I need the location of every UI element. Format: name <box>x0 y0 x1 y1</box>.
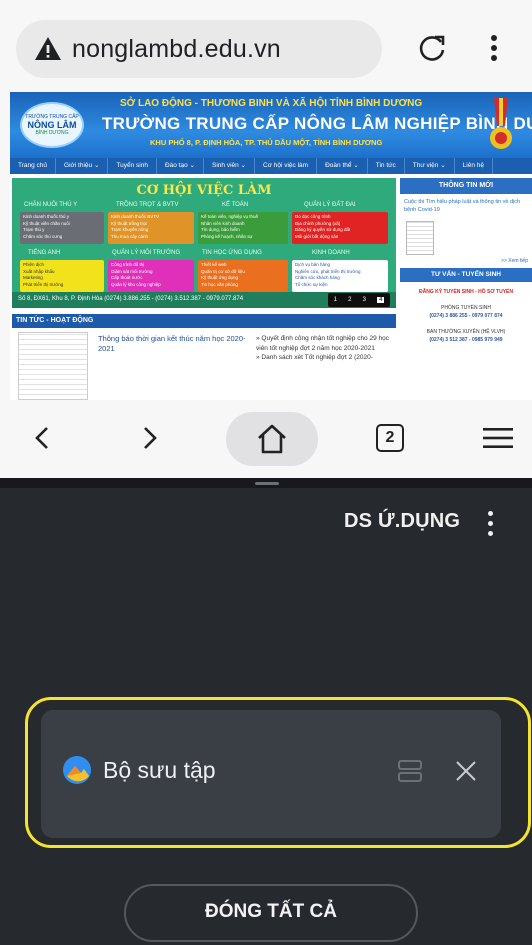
list-item[interactable]: » Danh sách xét Tốt nghiệp đợt 2 (2020- <box>256 353 394 363</box>
news-thumbnail[interactable] <box>18 332 88 400</box>
slide-number[interactable]: 3 <box>363 297 366 303</box>
phone-screen: nonglambd.edu.vn TRƯỜNG TRUNG CẤP NÔNG L… <box>0 0 532 945</box>
drag-handle[interactable] <box>255 482 279 485</box>
slide-number[interactable]: 1 <box>334 297 337 303</box>
sidebar-news-link[interactable]: Cuộc thi Tìm hiểu pháp luật và thông tin… <box>400 194 532 218</box>
close-all-button[interactable]: ĐÓNG TẤT CẢ <box>124 884 418 942</box>
category-heading: TIN HỌC ỨNG DỤNG <box>202 250 262 256</box>
nav-item[interactable]: Liên hệ <box>455 158 493 174</box>
close-icon[interactable] <box>451 756 481 786</box>
home-icon <box>258 424 286 454</box>
reload-icon[interactable] <box>412 28 452 68</box>
news-heading: TIN TỨC - HOẠT ĐỘNG <box>12 314 396 328</box>
category-heading: KẾ TOÁN <box>222 202 249 208</box>
tab-count-badge: 2 <box>376 424 404 452</box>
nav-item[interactable]: Thư viện ⌄ <box>405 158 455 174</box>
slide-number[interactable]: 2 <box>348 297 351 303</box>
nav-item[interactable]: Giới thiệu ⌄ <box>56 158 109 174</box>
category-heading: KINH DOANH <box>312 250 350 256</box>
news-list: » Quyết định công nhận tốt nghiệp cho 29… <box>256 334 394 363</box>
address-bar[interactable]: nonglambd.edu.vn <box>16 20 382 78</box>
category-box: Đo đạc công trình Địa chính phường (xã) Đă… <box>292 212 388 244</box>
medal-icon <box>490 98 512 149</box>
home-button[interactable] <box>226 412 318 466</box>
nav-item[interactable]: Sinh viên ⌄ <box>204 158 255 174</box>
split-screen-icon[interactable] <box>397 758 423 784</box>
site-header: TRƯỜNG TRUNG CẤP NÔNG LÂM BÌNH DƯƠNG SỞ … <box>10 92 532 158</box>
hamburger-menu-icon[interactable] <box>474 414 522 462</box>
nav-item[interactable]: Cơ hội việc làm <box>255 158 318 174</box>
category-heading: QUẢN LÝ ĐẤT ĐAI <box>304 202 356 208</box>
category-heading: TIẾNG ANH <box>28 250 61 256</box>
category-box: Dịch vụ bán hàng Nghiên cứu, phát triển t… <box>292 260 388 292</box>
category-box: Kinh doanh thuốc thú y Kỹ thuật viên chăn… <box>20 212 104 244</box>
site-nav: Trang chủ Giới thiệu ⌄ Tuyển sinh Đào tạ… <box>10 158 532 174</box>
list-item[interactable]: » Quyết định công nhận tốt nghiệp cho 29… <box>256 334 394 353</box>
nav-item[interactable]: Trang chủ <box>10 158 57 174</box>
category-box: Kinh doanh thuốc BVTV Kỹ thuật trồng trọt… <box>108 212 194 244</box>
app-list-button[interactable]: DS Ứ.DỤNG <box>344 510 460 533</box>
url-text: nonglambd.edu.vn <box>72 34 281 63</box>
back-icon[interactable] <box>18 414 66 462</box>
category-heading: CHĂN NUÔI THÚ Y <box>24 202 78 208</box>
banner-contact: Số 8, ĐX61, Khu 8, P. Định Hòa (0274) 3.… <box>18 296 244 302</box>
site-logo: TRƯỜNG TRUNG CẤP NÔNG LÂM BÌNH DƯƠNG <box>20 102 84 148</box>
register-link[interactable]: ĐĂNG KÝ TUYỂN SINH - HỒ SƠ TUYỂN <box>400 288 532 296</box>
category-box: Công trình đô thị Giám sát môi trường Cấp … <box>108 260 194 292</box>
browser-window: nonglambd.edu.vn TRƯỜNG TRUNG CẤP NÔNG L… <box>0 0 532 478</box>
browser-bottom-bar: 2 <box>0 400 532 478</box>
news-main-link[interactable]: Thông báo thời gian kết thúc năm học 202… <box>98 334 248 354</box>
warning-icon <box>35 37 61 60</box>
site-address: KHU PHỐ 8, P. ĐỊNH HÒA, TP. THỦ DẦU MỘT,… <box>150 138 383 147</box>
more-options-icon[interactable] <box>474 28 514 68</box>
site-title: TRƯỜNG TRUNG CẤP NÔNG LÂM NGHIỆP BÌNH DƯ… <box>102 114 532 133</box>
sidebar-heading: THÔNG TIN MỚI <box>400 178 532 194</box>
see-more-link[interactable]: >> Xem tiếp <box>400 258 532 264</box>
news-sidebar: THÔNG TIN MỚI Cuộc thi Tìm hiểu pháp luậ… <box>400 178 532 400</box>
category-heading: QUẢN LÝ MÔI TRƯỜNG <box>112 250 181 256</box>
forward-icon[interactable] <box>126 414 174 462</box>
slider-pagination[interactable]: 1 2 3 4 <box>328 293 390 307</box>
overflow-menu-icon[interactable] <box>478 508 502 538</box>
webpage-preview[interactable]: TRƯỜNG TRUNG CẤP NÔNG LÂM BÌNH DƯƠNG SỞ … <box>10 92 532 400</box>
slide-number-active[interactable]: 4 <box>377 297 385 303</box>
office-phone: (0274) 3 512 387 - 0985 979 949 <box>429 337 503 343</box>
consult-heading: TƯ VẤN - TUYỂN SINH <box>400 268 532 282</box>
sidebar-news-thumbnail <box>406 221 434 255</box>
nav-item[interactable]: Đoàn thể ⌄ <box>317 158 368 174</box>
recent-app-card-gallery[interactable]: Bộ sưu tập <box>41 710 501 838</box>
gallery-icon <box>63 756 91 784</box>
category-box: Kế toán viên, nghiệp vụ thuế Nhân viên ki… <box>198 212 288 244</box>
category-box: Phiên dịch Xuất nhập khẩu Marketing Phát tr… <box>20 260 104 292</box>
nav-item[interactable]: Đào tạo ⌄ <box>157 158 204 174</box>
banner-footer: Số 8, ĐX61, Khu 8, P. Định Hòa (0274) 3.… <box>12 292 396 308</box>
nav-item[interactable]: Tin tức <box>368 158 405 174</box>
banner-title: CƠ HỘI VIỆC LÀM <box>136 183 272 198</box>
office-phone: (0274) 3 886 255 - 0979 077 874 <box>429 313 503 319</box>
site-department: SỞ LAO ĐỘNG - THƯƠNG BINH VÀ XÃ HỘI TỈNH… <box>120 98 423 109</box>
tabs-button[interactable]: 2 <box>366 414 414 462</box>
category-box: Thiết kế web Quản trị cơ sở dữ liệu Kỹ thu… <box>198 260 288 292</box>
office-label: BAN THƯỜNG XUYÊN (HỆ VLVH) <box>426 329 506 335</box>
app-name: Bộ sưu tập <box>103 757 216 783</box>
category-heading: TRỒNG TRỌT & BVTV <box>116 202 179 208</box>
nav-item[interactable]: Tuyển sinh <box>108 158 157 174</box>
job-banner[interactable]: CƠ HỘI VIỆC LÀM CHĂN NUÔI THÚ Y TRỒNG TR… <box>12 178 396 308</box>
office-label: PHÒNG TUYỂN SINH <box>441 305 491 311</box>
